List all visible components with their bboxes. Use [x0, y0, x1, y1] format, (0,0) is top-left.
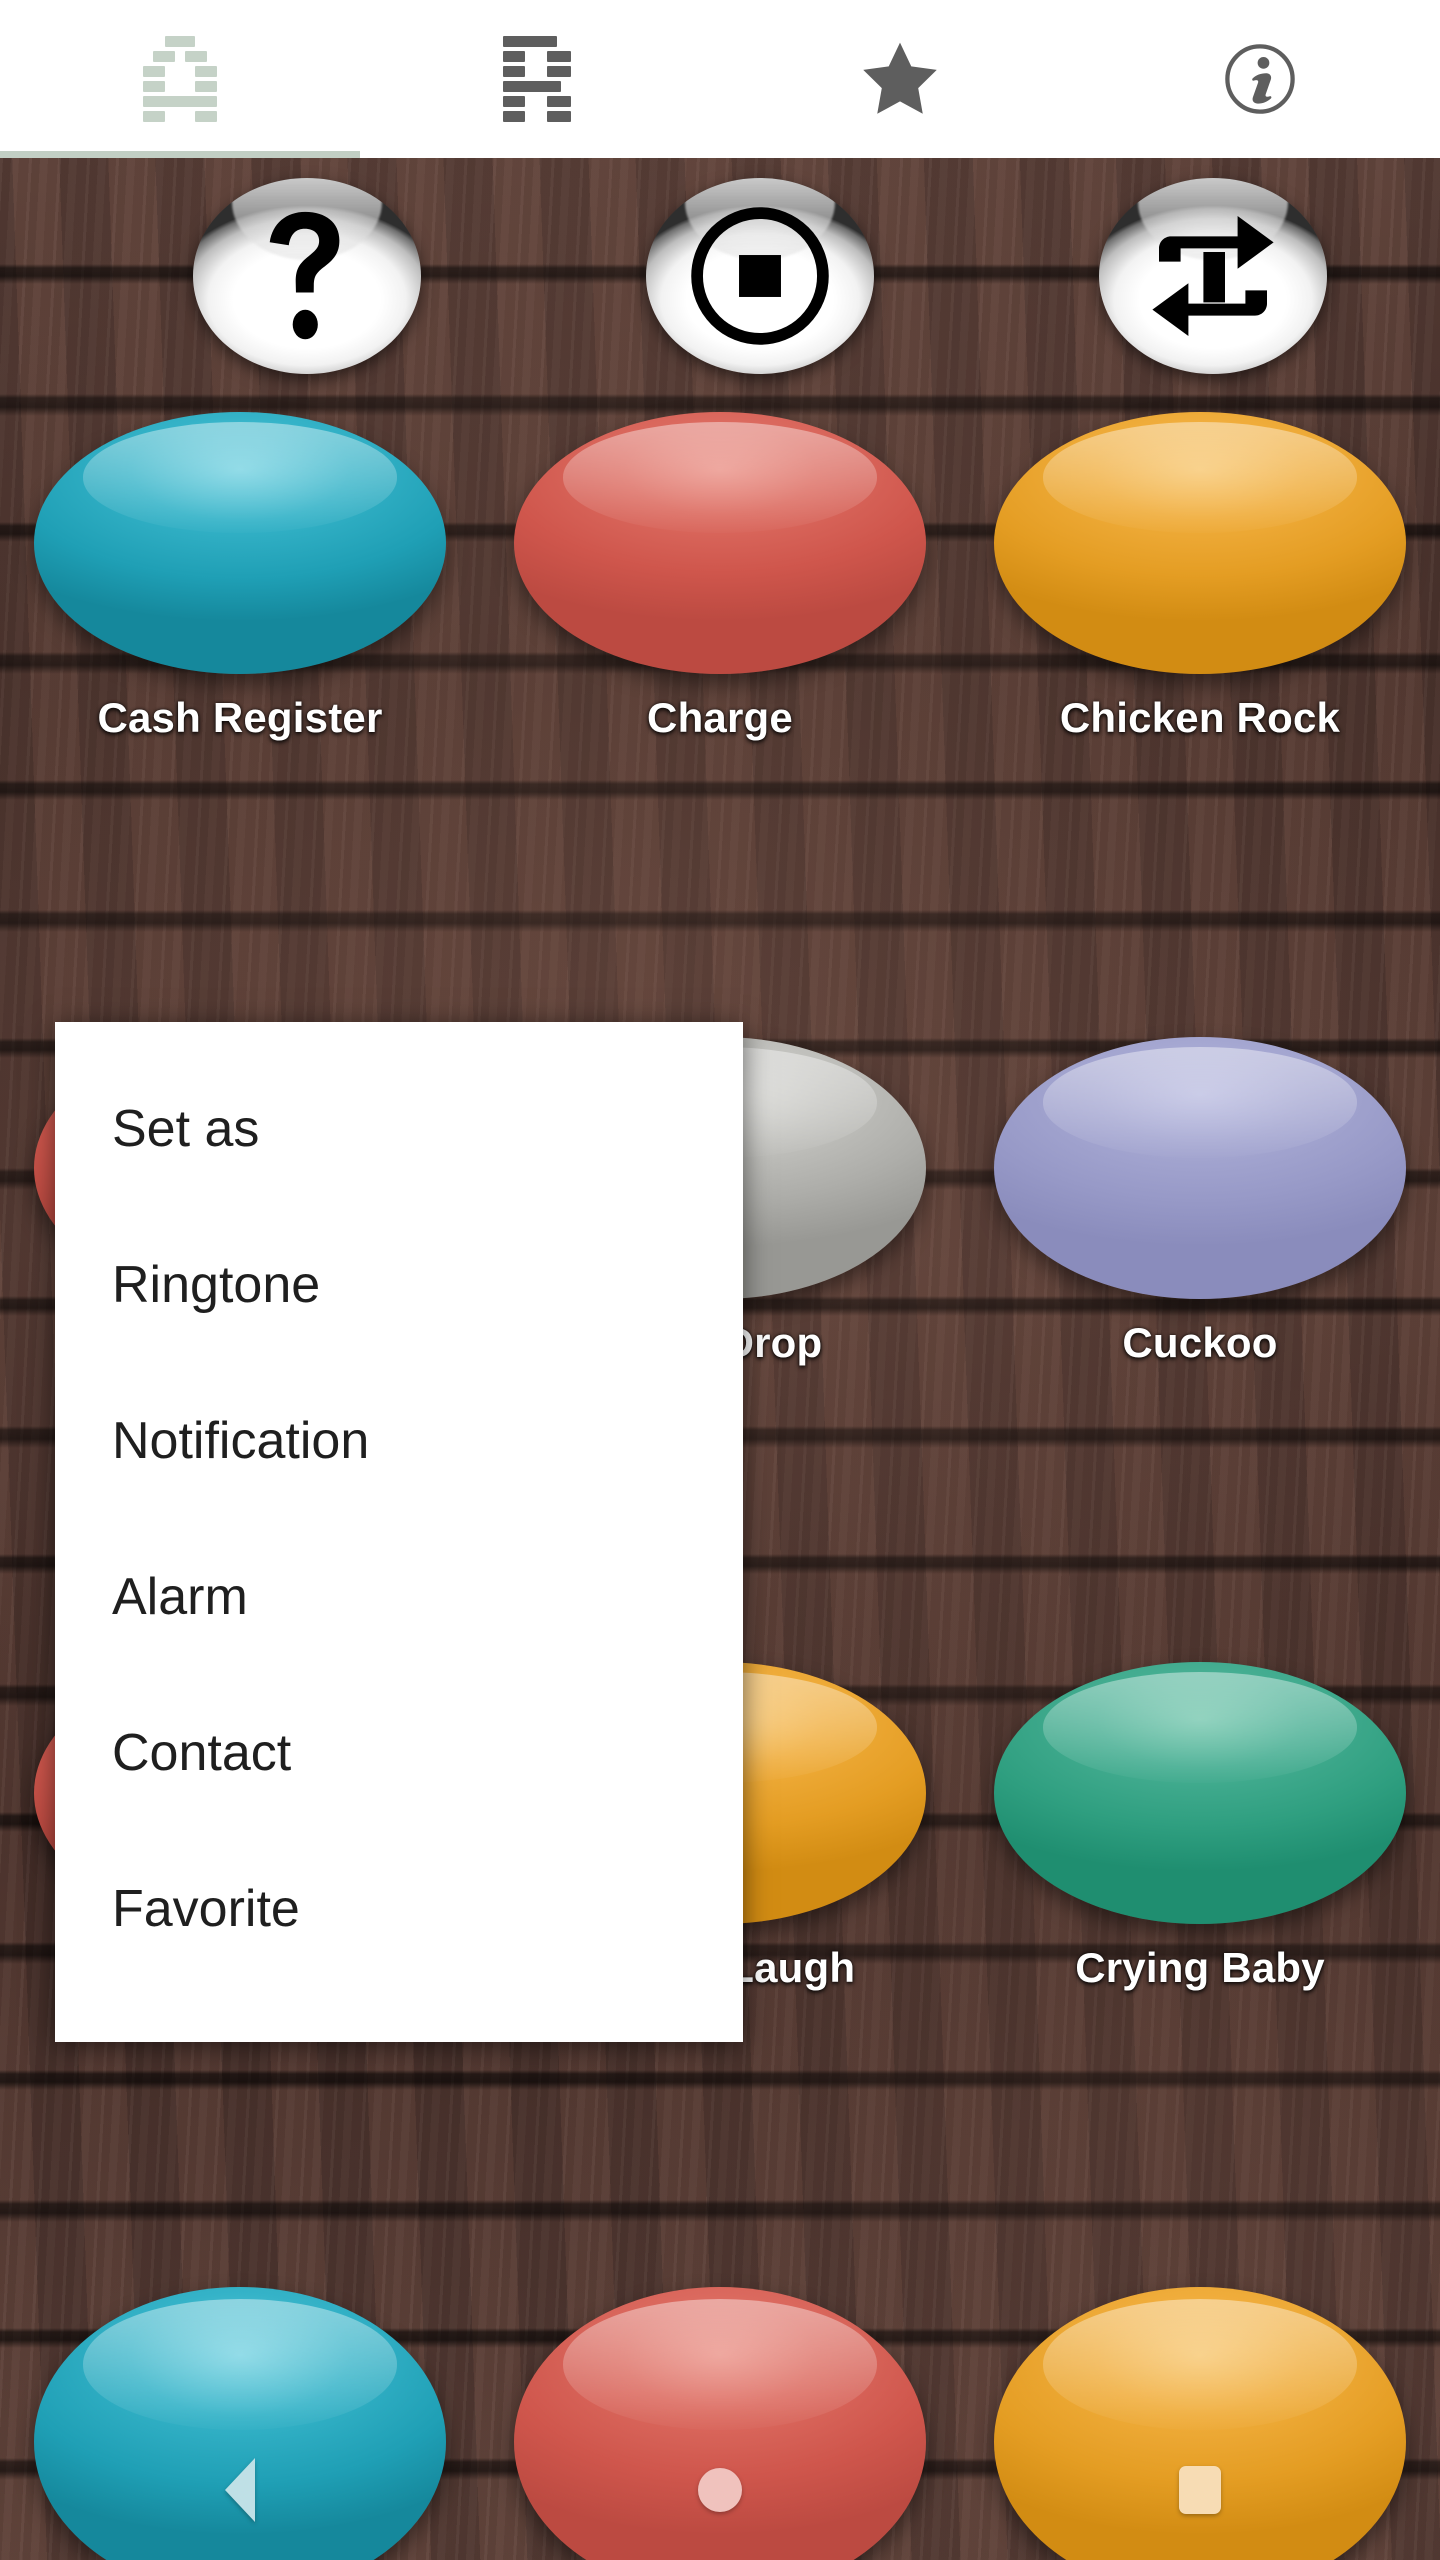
menu-item-contact[interactable]: Contact	[55, 1623, 743, 1779]
sound-row-1: Cash Register Charge Chicken Rock	[0, 412, 1440, 742]
home-circle-icon	[698, 2468, 742, 2512]
tab-letter-b[interactable]	[360, 0, 720, 158]
sound-pad-cell[interactable]: Chicken Rock	[960, 412, 1440, 742]
soundboard-app: Cash Register Charge Chicken Rock Chimes…	[0, 0, 1440, 2560]
top-tab-bar	[0, 0, 1440, 158]
sound-pad-circle[interactable]	[514, 412, 926, 674]
menu-item-ringtone[interactable]: Ringtone	[55, 1155, 743, 1311]
help-button[interactable]	[192, 178, 421, 374]
sound-pad-circle[interactable]	[994, 1037, 1406, 1299]
repeat-button[interactable]	[1099, 178, 1328, 374]
sound-pad-label: Charge	[647, 694, 793, 741]
tab-info[interactable]	[1080, 0, 1440, 158]
sound-pad-circle[interactable]	[994, 412, 1406, 674]
nav-back-button[interactable]	[0, 2458, 480, 2522]
star-icon	[863, 42, 937, 114]
nav-recents-button[interactable]	[960, 2466, 1440, 2514]
control-slot-repeat	[987, 178, 1440, 374]
tab-favorites[interactable]	[720, 0, 1080, 158]
info-icon	[1225, 44, 1295, 114]
recents-square-icon	[1179, 2466, 1221, 2514]
tab-letter-a[interactable]	[0, 0, 360, 158]
sound-pad-label: Chicken Rock	[1059, 694, 1341, 741]
letter-a-icon	[143, 36, 217, 122]
sound-pad-circle[interactable]	[34, 412, 446, 674]
system-navigation-bar	[0, 2420, 1440, 2560]
sound-pad-cell[interactable]: Crying Baby	[960, 1662, 1440, 1992]
menu-item-alarm[interactable]: Alarm	[55, 1467, 743, 1623]
sound-pad-cell[interactable]: Charge	[480, 412, 960, 742]
stop-button[interactable]	[645, 178, 874, 374]
letter-b-icon	[503, 36, 577, 122]
set-as-popup-menu: Set as Ringtone Notification Alarm Conta…	[55, 1022, 743, 2042]
sound-pad-label: Cuckoo	[1122, 1319, 1278, 1366]
sound-pad-cell[interactable]: Cash Register	[0, 412, 480, 742]
nav-home-button[interactable]	[480, 2468, 960, 2512]
back-triangle-icon	[225, 2458, 255, 2522]
repeat-icon	[1152, 216, 1274, 336]
control-slot-stop	[533, 178, 986, 374]
control-button-row	[0, 178, 1440, 374]
sound-pad-label: Cash Register	[97, 694, 383, 741]
menu-item-favorite[interactable]: Favorite	[55, 1779, 743, 1935]
control-slot-help	[80, 178, 533, 374]
popup-title: Set as	[112, 1100, 260, 1158]
active-tab-indicator	[0, 151, 360, 158]
menu-item-notification[interactable]: Notification	[55, 1311, 743, 1467]
sound-pad-cell[interactable]: Cuckoo	[960, 1037, 1440, 1367]
sound-pad-circle[interactable]	[994, 1662, 1406, 1924]
question-mark-icon	[269, 211, 340, 340]
stop-icon	[691, 207, 829, 345]
sound-pad-label: Crying Baby	[1075, 1944, 1325, 1991]
